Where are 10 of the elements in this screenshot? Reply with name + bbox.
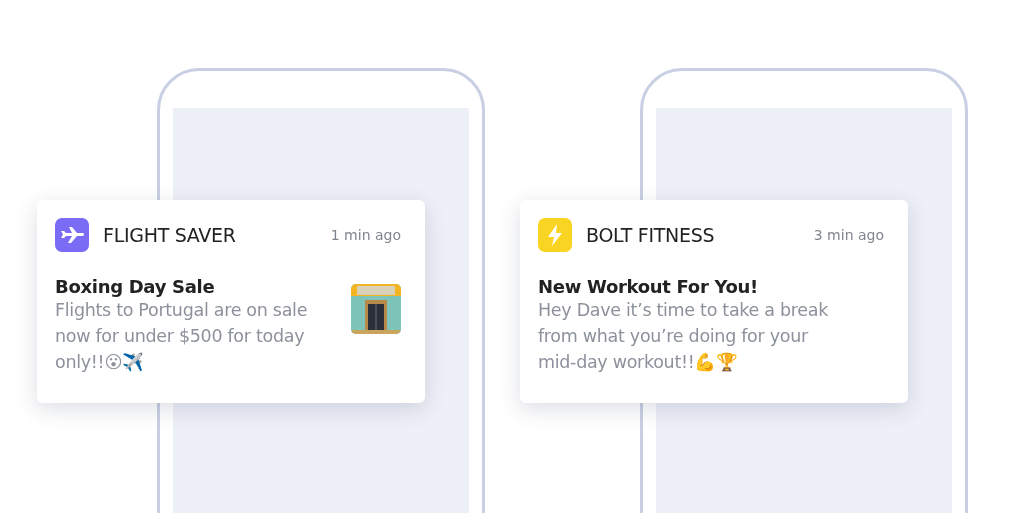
app-name: BOLT FITNESS — [586, 224, 716, 246]
notification-title: Boxing Day Sale — [55, 276, 216, 297]
notification-message: Hey Dave it’s time to take a break from what you’re doing for your mid-day workout!!💪🏆 — [538, 299, 829, 374]
notification-card[interactable]: FLIGHT SAVER 1 min ago Boxing Day Sale Flights to Portugal are on sale now for under $500 for today only!!😮✈ — [37, 200, 425, 403]
notification-title: New Workout For You! — [538, 276, 759, 297]
timestamp: 3 min ago — [813, 227, 884, 243]
notification-message: Flights to Portugal are on sale now for under $500 for today only!!😮✈ — [55, 299, 309, 374]
app-name: FLIGHT SAVER — [103, 224, 237, 246]
notification-card[interactable]: BOLT FITNESS 3 min ago New Workout For You! Hey Dave it’s time to take a break from what you’re doing for your mid-day workout!!💪🏆 — [520, 200, 908, 403]
timestamp: 1 min ago — [330, 227, 401, 243]
